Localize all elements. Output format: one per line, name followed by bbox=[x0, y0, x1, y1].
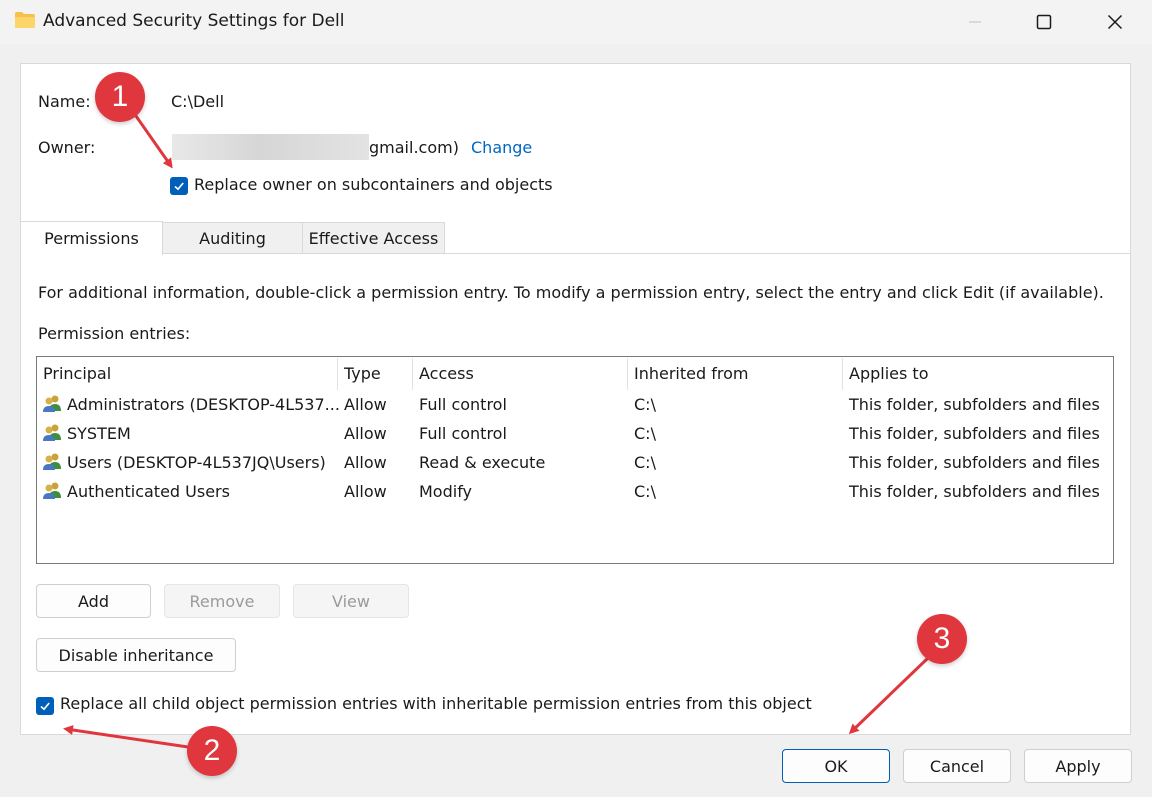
cell-type: Allow bbox=[344, 395, 387, 414]
cell-inherited-from: C:\ bbox=[634, 482, 656, 501]
column-header-type[interactable]: Type bbox=[344, 364, 381, 383]
owner-label: Owner: bbox=[38, 138, 96, 157]
title-bar: Advanced Security Settings for Dell bbox=[0, 0, 1152, 44]
cell-principal: Administrators (DESKTOP-4L537... bbox=[67, 395, 340, 414]
checkmark-icon bbox=[174, 182, 184, 191]
users-group-icon bbox=[43, 482, 61, 499]
cell-access: Full control bbox=[419, 424, 507, 443]
cell-principal: SYSTEM bbox=[67, 424, 131, 443]
cell-type: Allow bbox=[344, 424, 387, 443]
cell-access: Modify bbox=[419, 482, 473, 501]
minimize-icon bbox=[969, 21, 981, 23]
close-button[interactable] bbox=[1084, 0, 1146, 44]
cell-access: Read & execute bbox=[419, 453, 546, 472]
users-group-icon bbox=[43, 453, 61, 470]
remove-button[interactable]: Remove bbox=[164, 584, 280, 618]
column-divider[interactable] bbox=[412, 358, 413, 390]
cell-applies-to: This folder, subfolders and files bbox=[849, 395, 1100, 414]
annotation-badge-2: 2 bbox=[187, 726, 237, 776]
tab-effective-access[interactable]: Effective Access bbox=[302, 222, 445, 253]
cell-inherited-from: C:\ bbox=[634, 424, 656, 443]
users-group-icon bbox=[43, 424, 61, 441]
column-header-access[interactable]: Access bbox=[419, 364, 474, 383]
replace-owner-label: Replace owner on subcontainers and objec… bbox=[194, 175, 553, 194]
cell-applies-to: This folder, subfolders and files bbox=[849, 453, 1100, 472]
column-divider[interactable] bbox=[842, 358, 843, 390]
owner-value: gmail.com) bbox=[369, 138, 459, 157]
permission-entries-label: Permission entries: bbox=[38, 324, 191, 343]
replace-owner-checkbox[interactable] bbox=[170, 177, 188, 195]
owner-redacted-blur bbox=[172, 134, 369, 160]
cell-type: Allow bbox=[344, 482, 387, 501]
annotation-badge-1: 1 bbox=[95, 72, 145, 122]
name-value: C:\Dell bbox=[171, 92, 225, 111]
cancel-button[interactable]: Cancel bbox=[903, 749, 1011, 783]
tab-auditing[interactable]: Auditing bbox=[162, 222, 303, 253]
cell-inherited-from: C:\ bbox=[634, 395, 656, 414]
tab-permissions-label: Permissions bbox=[44, 229, 139, 248]
cell-applies-to: This folder, subfolders and files bbox=[849, 424, 1100, 443]
tab-auditing-label: Auditing bbox=[199, 228, 266, 248]
users-group-icon bbox=[43, 395, 61, 412]
column-header-principal[interactable]: Principal bbox=[43, 364, 111, 383]
view-button[interactable]: View bbox=[293, 584, 409, 618]
cell-access: Full control bbox=[419, 395, 507, 414]
maximize-button[interactable] bbox=[1013, 0, 1075, 44]
cell-principal: Users (DESKTOP-4L537JQ\Users) bbox=[67, 453, 326, 472]
name-label: Name: bbox=[38, 92, 91, 111]
column-header-applies-to[interactable]: Applies to bbox=[849, 364, 928, 383]
change-owner-link[interactable]: Change bbox=[471, 138, 532, 157]
column-divider[interactable] bbox=[627, 358, 628, 390]
tab-effective-access-label: Effective Access bbox=[308, 228, 439, 248]
window-title: Advanced Security Settings for Dell bbox=[43, 11, 345, 31]
ok-button[interactable]: OK bbox=[782, 749, 890, 783]
column-header-inherited-from[interactable]: Inherited from bbox=[634, 364, 748, 383]
minimize-button[interactable] bbox=[944, 0, 1006, 44]
cell-applies-to: This folder, subfolders and files bbox=[849, 482, 1100, 501]
cell-type: Allow bbox=[344, 453, 387, 472]
checkmark-icon bbox=[40, 702, 50, 711]
close-icon bbox=[1107, 14, 1123, 30]
apply-button[interactable]: Apply bbox=[1024, 749, 1132, 783]
permissions-info-text: For additional information, double-click… bbox=[38, 283, 1104, 302]
add-button[interactable]: Add bbox=[36, 584, 151, 618]
cell-principal: Authenticated Users bbox=[67, 482, 230, 501]
tab-permissions[interactable]: Permissions bbox=[20, 221, 163, 255]
maximize-icon bbox=[1036, 14, 1052, 30]
annotation-badge-3: 3 bbox=[917, 614, 967, 664]
column-divider[interactable] bbox=[337, 358, 338, 390]
cell-inherited-from: C:\ bbox=[634, 453, 656, 472]
replace-child-permissions-label: Replace all child object permission entr… bbox=[60, 694, 812, 713]
replace-child-permissions-checkbox[interactable] bbox=[36, 697, 54, 715]
disable-inheritance-button[interactable]: Disable inheritance bbox=[36, 638, 236, 672]
folder-icon bbox=[15, 12, 35, 28]
